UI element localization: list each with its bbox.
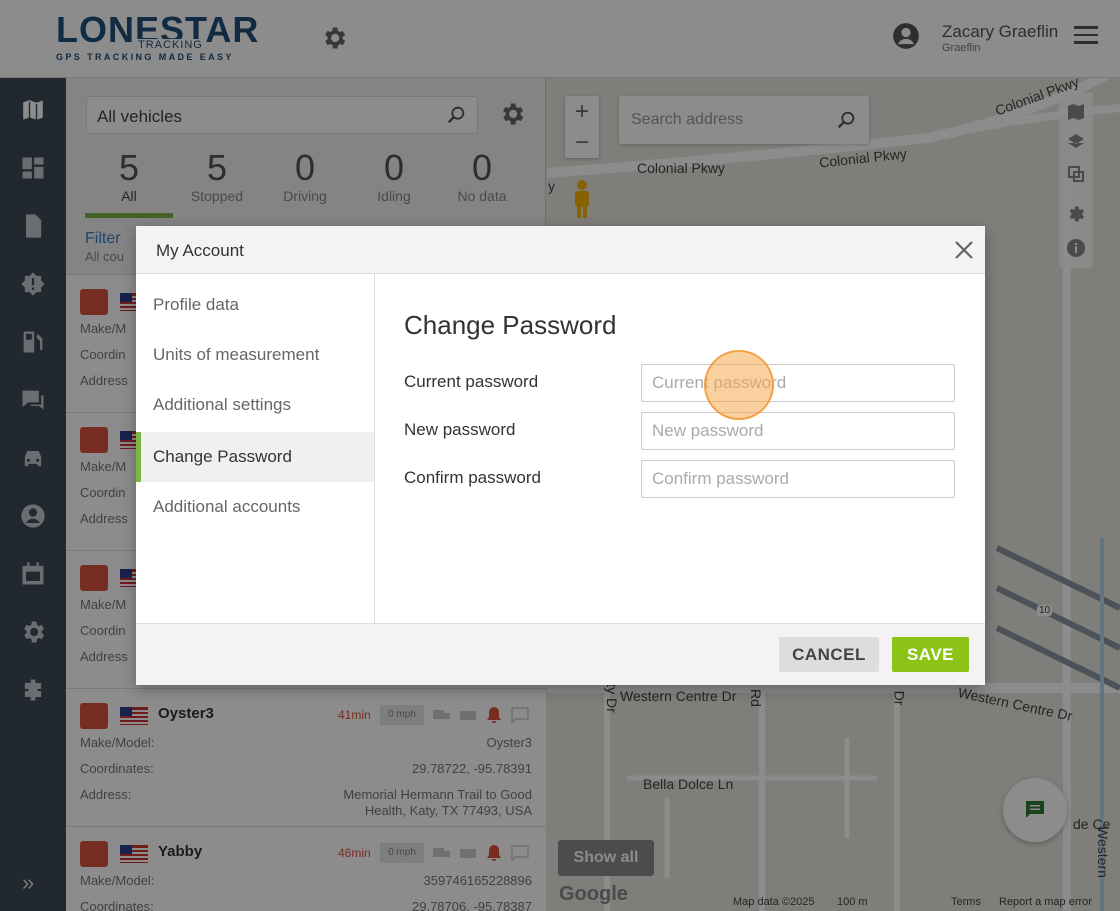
dialog-title: My Account — [156, 241, 244, 260]
confirm-password-label: Confirm password — [404, 468, 541, 487]
nav-units-of-measurement[interactable]: Units of measurement — [136, 330, 374, 380]
change-password-section: Change Password Current password New pas… — [376, 274, 985, 623]
close-icon[interactable] — [952, 238, 976, 262]
account-sections-nav: Profile data Units of measurement Additi… — [136, 274, 375, 623]
section-heading: Change Password — [404, 310, 617, 340]
nav-additional-accounts[interactable]: Additional accounts — [136, 482, 374, 532]
dialog-header: My Account — [136, 226, 985, 274]
confirm-password-input[interactable] — [641, 460, 955, 498]
my-account-dialog: My Account Profile data Units of measure… — [136, 226, 985, 685]
nav-profile-data[interactable]: Profile data — [136, 280, 374, 330]
current-password-input[interactable] — [641, 364, 955, 402]
new-password-input[interactable] — [641, 412, 955, 450]
cancel-button[interactable]: CANCEL — [779, 637, 879, 672]
nav-change-password[interactable]: Change Password — [136, 432, 374, 482]
new-password-label: New password — [404, 420, 516, 439]
nav-additional-settings[interactable]: Additional settings — [136, 380, 374, 430]
save-button[interactable]: SAVE — [892, 637, 969, 672]
dialog-footer: CANCEL SAVE — [136, 623, 985, 685]
current-password-label: Current password — [404, 372, 539, 391]
